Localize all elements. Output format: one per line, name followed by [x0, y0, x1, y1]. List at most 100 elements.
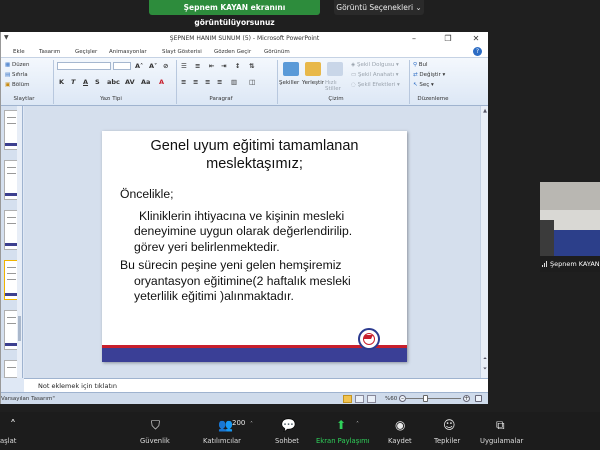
- section-button[interactable]: ▣ Bölüm: [5, 82, 29, 88]
- columns-icon[interactable]: ▥: [231, 78, 237, 86]
- tab-slide-show[interactable]: Slayt Gösterisi: [162, 46, 202, 58]
- line-spacing-icon[interactable]: ↕: [235, 62, 240, 70]
- group-divider: [176, 60, 177, 104]
- slide-canvas[interactable]: Genel uyum eğitimi tamamlanan meslektaşı…: [102, 131, 407, 362]
- underline-icon[interactable]: A: [83, 78, 88, 86]
- video-background: [540, 182, 600, 210]
- italic-icon[interactable]: T: [71, 78, 75, 86]
- caret-up-icon[interactable]: ˄: [250, 421, 253, 428]
- numbering-icon[interactable]: ≡: [195, 62, 200, 70]
- slide-thumbnail[interactable]: [4, 210, 18, 250]
- shadow-icon[interactable]: S: [95, 78, 100, 86]
- shape-fill-button[interactable]: ◈ Şekil Dolgusu ▾: [351, 62, 399, 68]
- apps-button[interactable]: ⧉ Uygulamalar: [478, 412, 528, 450]
- tab-design[interactable]: Tasarım: [39, 46, 60, 58]
- scroll-up-icon[interactable]: ▲: [482, 108, 488, 114]
- layout-button[interactable]: ▦ Düzen: [5, 62, 29, 68]
- next-slide-icon[interactable]: ⏷: [482, 366, 488, 372]
- bold-icon[interactable]: K: [59, 78, 64, 86]
- slide-body[interactable]: Öncelikle; Kliniklerin ihtiyacına ve kiş…: [120, 187, 402, 305]
- font-name-select[interactable]: [57, 62, 111, 70]
- reset-button[interactable]: ▤ Sıfırla: [5, 72, 28, 78]
- maximize-button[interactable]: ❐: [437, 32, 459, 46]
- shape-outline-button[interactable]: ▭ Şekil Anahatı ▾: [351, 72, 399, 78]
- change-case-icon[interactable]: Aa: [141, 78, 150, 86]
- group-label-paragraph: Paragraf: [209, 96, 233, 102]
- view-options-button[interactable]: Görüntü Seçenekleri ⌄: [334, 0, 424, 15]
- slide-title[interactable]: Genel uyum eğitimi tamamlanan meslektaşı…: [102, 137, 407, 173]
- shrink-font-icon[interactable]: A˅: [149, 62, 157, 70]
- tab-insert[interactable]: Ekle: [13, 46, 25, 58]
- participant-video[interactable]: Şepnem KAYAN: [540, 182, 600, 272]
- smartart-icon[interactable]: ◫: [249, 78, 255, 86]
- participants-button[interactable]: 👥 200 ˄ Katılımcılar: [198, 412, 258, 450]
- select-button[interactable]: ↖ Seç ▾: [413, 82, 434, 88]
- slide-thumbnail[interactable]: [4, 310, 18, 350]
- slide-sorter-icon[interactable]: [355, 395, 364, 403]
- reading-view-icon[interactable]: [367, 395, 376, 403]
- zoom-slider[interactable]: [405, 398, 461, 399]
- shapes-button[interactable]: Şekiller: [279, 80, 299, 86]
- slide-thumbnail[interactable]: [4, 160, 18, 200]
- slide-title-line: Genel uyum eğitimi tamamlanan: [150, 138, 359, 154]
- group-divider: [53, 60, 54, 104]
- reset-icon: ▤: [5, 72, 11, 78]
- text-direction-icon[interactable]: ⇅: [249, 62, 254, 70]
- paint-bucket-icon: ◈: [351, 62, 356, 68]
- justify-icon[interactable]: ≡: [217, 78, 222, 86]
- shape-effects-button[interactable]: ◌ Şekil Efektleri ▾: [351, 82, 400, 88]
- start-button[interactable]: ˄ aşlat: [0, 412, 30, 450]
- chevron-down-icon: ⌄: [415, 3, 422, 12]
- fit-slide-icon[interactable]: [475, 395, 482, 402]
- align-left-icon[interactable]: ≡: [181, 78, 186, 86]
- slide-scrollbar[interactable]: ▲ ⏶ ⏷: [480, 106, 488, 378]
- shapes-icon: [283, 62, 299, 76]
- caret-up-icon[interactable]: ˄: [356, 421, 359, 428]
- scrollbar-thumb[interactable]: [18, 316, 21, 341]
- normal-view-icon[interactable]: [343, 395, 352, 403]
- zoom-slider-handle[interactable]: [423, 395, 428, 402]
- help-icon[interactable]: ?: [473, 47, 482, 56]
- tab-view[interactable]: Görünüm: [264, 46, 290, 58]
- slide-thumbnail[interactable]: [4, 110, 18, 150]
- ribbon-tabs: Ekle Tasarım Geçişler Animasyonlar Slayt…: [1, 46, 488, 58]
- increase-indent-icon[interactable]: ⇥: [221, 62, 226, 70]
- find-button[interactable]: ⚲ Bul: [413, 62, 428, 68]
- strikethrough-icon[interactable]: abc: [107, 78, 120, 86]
- group-label-drawing: Çizim: [328, 96, 344, 102]
- font-color-icon[interactable]: A: [159, 78, 164, 86]
- minimize-button[interactable]: –: [403, 32, 425, 46]
- replace-button[interactable]: ⇄ Değiştir ▾: [413, 72, 445, 78]
- align-right-icon[interactable]: ≡: [205, 78, 210, 86]
- tab-animations[interactable]: Animasyonlar: [109, 46, 147, 58]
- zoom-in-icon[interactable]: +: [463, 395, 470, 402]
- grow-font-icon[interactable]: A˄: [135, 62, 143, 70]
- record-button[interactable]: ◉ Kaydet: [384, 412, 420, 450]
- notes-pane[interactable]: Not eklemek için tıklatın: [24, 378, 488, 392]
- close-button[interactable]: ✕: [465, 32, 487, 46]
- quick-styles-button[interactable]: Hızlı Stiller: [325, 80, 345, 92]
- slide-thumbnail-active[interactable]: [4, 260, 18, 300]
- align-center-icon[interactable]: ≡: [193, 78, 198, 86]
- char-spacing-icon[interactable]: AV: [125, 78, 135, 86]
- clear-format-icon[interactable]: ⊘: [163, 62, 168, 70]
- slide-body-line: deneyimine uygun olarak değerlendirilip.: [134, 224, 353, 238]
- video-background: [540, 220, 554, 256]
- share-screen-button[interactable]: ⬆ ˄ Ekran Paylaşımı: [312, 412, 376, 450]
- decrease-indent-icon[interactable]: ⇤: [209, 62, 214, 70]
- thumbnails-scrollbar[interactable]: [17, 106, 22, 378]
- tab-transitions[interactable]: Geçişler: [75, 46, 97, 58]
- slide-body-line: Öncelikle;: [120, 187, 174, 201]
- zoom-level[interactable]: %60: [385, 393, 397, 405]
- arrange-icon: [305, 62, 321, 76]
- slide-thumbnail[interactable]: [4, 360, 18, 378]
- reactions-button[interactable]: ☺ Tepkiler: [432, 412, 468, 450]
- chat-button[interactable]: 💬 Sohbet: [270, 412, 306, 450]
- security-button[interactable]: ⛉ Güvenlik: [134, 412, 178, 450]
- tab-review[interactable]: Gözden Geçir: [214, 46, 251, 58]
- effects-icon: ◌: [351, 82, 356, 88]
- previous-slide-icon[interactable]: ⏶: [482, 356, 488, 362]
- bullets-icon[interactable]: ☰: [181, 62, 187, 70]
- arrange-button[interactable]: Yerleştir: [302, 80, 324, 86]
- font-size-select[interactable]: [113, 62, 131, 70]
